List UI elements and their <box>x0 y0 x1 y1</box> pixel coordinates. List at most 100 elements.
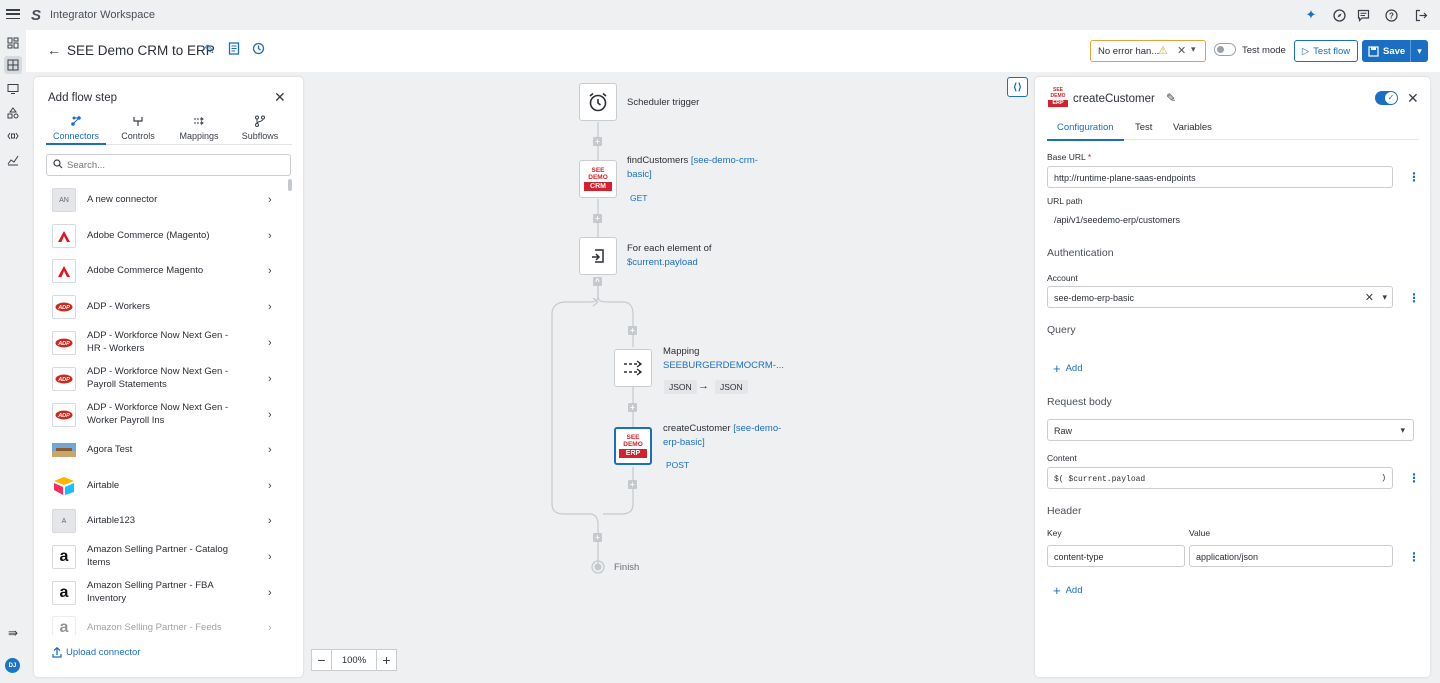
mapping-label: Mapping SEEBURGERDEMOCRM-... <box>663 345 784 373</box>
menu-icon[interactable] <box>6 7 20 21</box>
zoom-out-button[interactable]: − <box>311 649 332 671</box>
find-customers-node[interactable]: SEE DEMO CRM <box>579 160 617 198</box>
more-options-icon[interactable]: ⋮ <box>1408 472 1420 484</box>
list-item[interactable]: Agora Test › <box>46 432 284 468</box>
help-icon[interactable]: ? <box>1383 7 1399 23</box>
tab-mappings[interactable]: Mappings <box>169 115 229 145</box>
tab-test[interactable]: Test <box>1135 122 1152 133</box>
add-step-plus-icon[interactable]: + <box>628 480 637 489</box>
add-step-plus-icon[interactable]: + <box>628 403 637 412</box>
dashboard-icon[interactable] <box>4 34 22 52</box>
sparkle-icon[interactable]: ✦ <box>1303 7 1319 23</box>
list-item[interactable]: ADP ADP - Workforce Now Next Gen - Worke… <box>46 397 284 433</box>
upload-connector-link[interactable]: Upload connector <box>52 647 140 658</box>
add-query-button[interactable]: + Add <box>1053 361 1083 376</box>
collapse-chevron-icon[interactable]: ^ <box>593 277 602 286</box>
add-step-plus-icon[interactable]: + <box>628 326 637 335</box>
content-expression-close: ) <box>1381 474 1386 483</box>
flow-canvas[interactable]: Scheduler trigger + SEE DEMO CRM findCusto… <box>303 72 1031 683</box>
add-step-plus-icon[interactable]: + <box>593 533 602 542</box>
header-key-field[interactable]: content-type <box>1047 545 1185 567</box>
list-item[interactable]: a Amazon Selling Partner - FBA Inventory… <box>46 575 284 611</box>
code-view-toggle-icon[interactable]: ⟨⟩ <box>1007 77 1028 97</box>
add-step-plus-icon[interactable]: + <box>593 137 602 146</box>
test-mode-toggle[interactable] <box>1214 43 1236 56</box>
mapping-name-link[interactable]: SEEBURGERDEMOCRM-... <box>663 360 784 371</box>
create-customer-node[interactable]: SEE DEMO ERP <box>614 427 652 465</box>
for-each-expression[interactable]: $current.payload <box>627 257 698 268</box>
error-handling-value: No error han... <box>1098 46 1160 57</box>
base-url-field[interactable]: http://runtime-plane-saas-endpoints <box>1047 166 1393 188</box>
save-icon <box>1368 45 1379 57</box>
chevron-down-icon[interactable]: ▾ <box>1400 425 1405 436</box>
mapping-node[interactable] <box>614 349 652 387</box>
search-input[interactable] <box>67 158 282 172</box>
compass-icon[interactable] <box>1331 7 1347 23</box>
tab-variables[interactable]: Variables <box>1173 122 1212 133</box>
save-options-chevron-icon[interactable]: ▾ <box>1410 40 1428 62</box>
zoom-in-button[interactable]: + <box>376 649 397 671</box>
scheduler-trigger-node[interactable] <box>579 83 617 121</box>
analytics-icon[interactable] <box>4 151 22 169</box>
test-flow-button[interactable]: ▷ Test flow <box>1294 40 1358 62</box>
tab-connectors[interactable]: Connectors <box>46 115 106 145</box>
connector-logo: AN <box>52 188 76 212</box>
avatar[interactable]: DJ <box>5 658 20 673</box>
nav-rail: ⇛ DJ <box>0 30 26 683</box>
chevron-right-icon: › <box>268 194 272 206</box>
clear-icon[interactable]: ✕ <box>1177 44 1186 57</box>
list-item[interactable]: Adobe Commerce (Magento) › <box>46 218 284 254</box>
body-type-select[interactable]: Raw ▾ <box>1047 419 1414 441</box>
chevron-down-icon[interactable]: ▾ <box>1191 44 1196 55</box>
history-icon[interactable] <box>252 42 265 58</box>
more-options-icon[interactable]: ⋮ <box>1408 171 1420 183</box>
connector-name: A new connector <box>87 194 158 205</box>
document-icon[interactable] <box>228 42 240 58</box>
for-each-node[interactable] <box>579 237 617 275</box>
create-customer-label: createCustomer [see-demo-erp-basic] <box>663 422 788 450</box>
shapes-icon[interactable] <box>4 104 22 122</box>
list-item[interactable]: Adobe Commerce Magento › <box>46 253 284 289</box>
edit-pencil-icon[interactable]: ✎ <box>1166 91 1176 105</box>
api-icon[interactable] <box>4 127 22 145</box>
account-select[interactable]: see-demo-erp-basic ✕ ▾ <box>1047 286 1393 308</box>
close-icon[interactable]: ✕ <box>1407 90 1419 107</box>
close-icon[interactable]: ✕ <box>274 89 286 106</box>
list-item[interactable]: A Airtable123 › <box>46 503 284 539</box>
edit-pencil-icon[interactable]: ✎ <box>204 42 215 58</box>
content-expression-field[interactable]: $( $current.payload ) <box>1047 467 1393 489</box>
header-value-field[interactable]: application/json <box>1189 545 1393 567</box>
expand-rail-icon[interactable]: ⇛ <box>4 624 22 642</box>
adp-logo-icon: ADP <box>52 331 76 355</box>
list-item[interactable]: a Amazon Selling Partner - Catalog Items… <box>46 539 284 575</box>
monitor-icon[interactable] <box>4 80 22 98</box>
tab-controls[interactable]: Controls <box>108 115 168 145</box>
clear-icon[interactable]: ✕ <box>1365 291 1374 304</box>
list-item[interactable]: ADP ADP - Workforce Now Next Gen - HR - … <box>46 325 284 361</box>
back-arrow-icon[interactable]: ← <box>47 42 61 58</box>
svg-text:?: ? <box>1389 11 1394 20</box>
chevron-right-icon: › <box>268 337 272 349</box>
chevron-down-icon[interactable]: ▾ <box>1382 292 1387 303</box>
list-item[interactable]: AN A new connector › <box>46 182 284 218</box>
add-step-plus-icon[interactable]: + <box>593 214 602 223</box>
chevron-right-icon: › <box>268 480 272 492</box>
error-handling-select[interactable]: No error han... ⚠ ✕ ▾ <box>1090 40 1206 62</box>
list-item[interactable]: ADP ADP - Workforce Now Next Gen - Payro… <box>46 361 284 397</box>
logout-icon[interactable] <box>1413 7 1429 23</box>
panel-title: Add flow step <box>48 92 118 104</box>
chevron-right-icon: › <box>268 409 272 421</box>
chat-icon[interactable] <box>1355 7 1371 23</box>
list-item[interactable]: Airtable › <box>46 468 284 504</box>
step-enabled-toggle[interactable] <box>1375 91 1398 105</box>
list-item[interactable]: a Amazon Selling Partner - Feeds › <box>46 610 284 635</box>
flows-icon[interactable] <box>4 56 22 74</box>
list-item[interactable]: ADP ADP - Workers › <box>46 289 284 325</box>
save-button[interactable]: Save ▾ <box>1362 40 1428 62</box>
for-each-label: For each element of $current.payload <box>627 242 712 270</box>
tab-configuration[interactable]: Configuration <box>1047 122 1124 141</box>
more-options-icon[interactable]: ⋮ <box>1408 551 1420 563</box>
add-header-button[interactable]: + Add <box>1053 583 1083 598</box>
more-options-icon[interactable]: ⋮ <box>1408 292 1420 304</box>
tab-subflows[interactable]: Subflows <box>230 115 290 145</box>
